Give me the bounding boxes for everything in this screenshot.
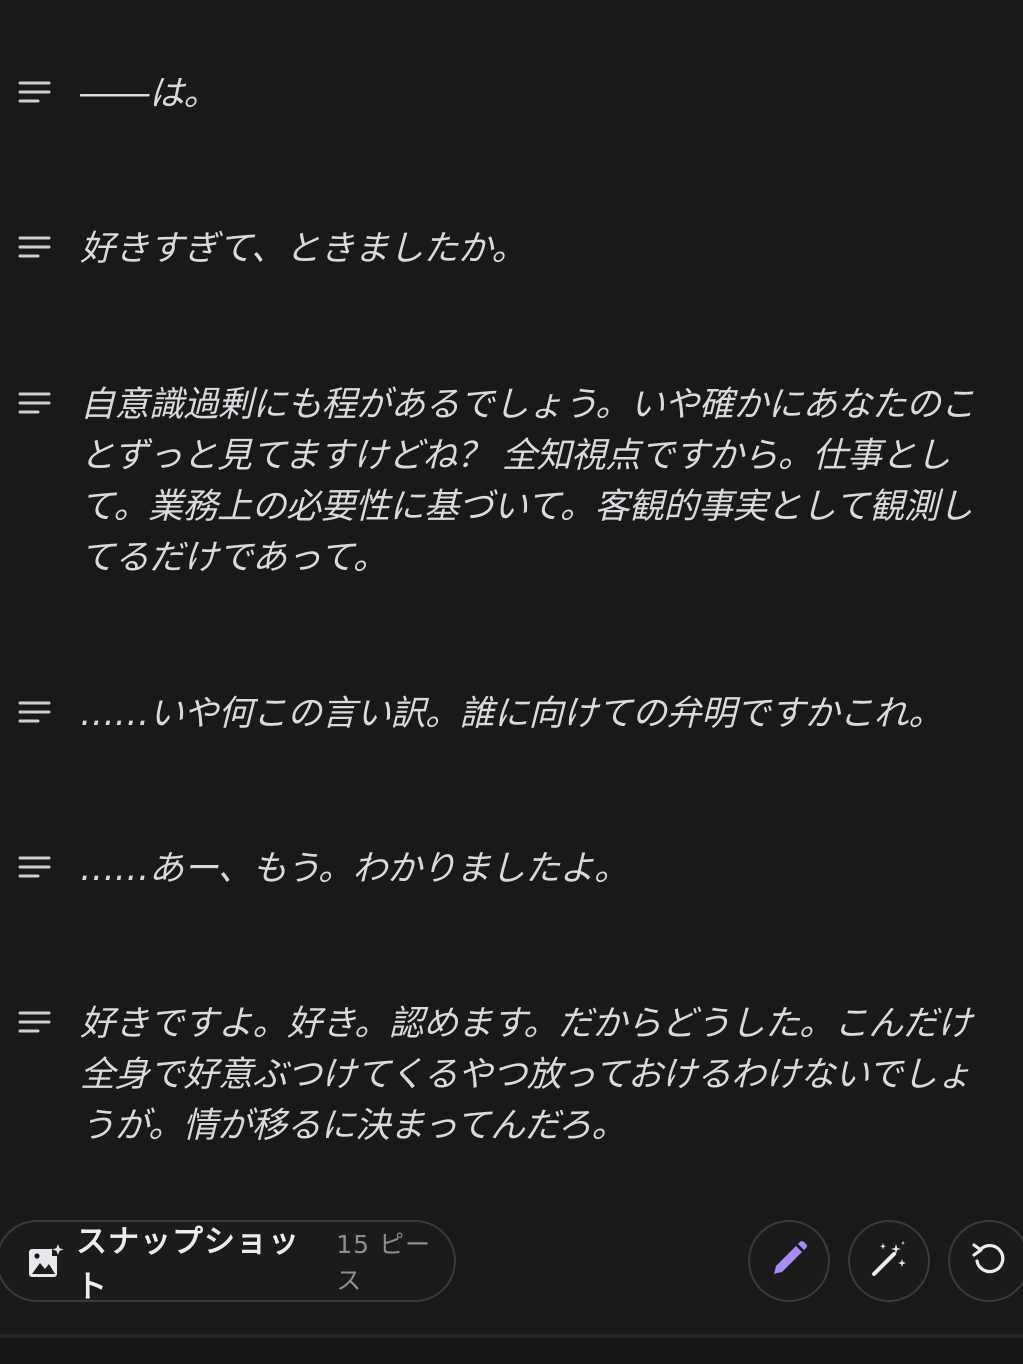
bottom-bar <box>0 1338 1023 1364</box>
snapshot-button[interactable]: スナップショット 15 ピース <box>0 1220 456 1305</box>
pencil-icon <box>769 1239 809 1283</box>
paragraph-lines-icon[interactable] <box>18 855 52 881</box>
bottom-toolbar: スナップショット 15 ピース <box>0 1220 1023 1305</box>
undo-icon <box>969 1239 1009 1283</box>
snapshot-count: 15 ピース <box>336 1230 431 1295</box>
image-sparkle-icon <box>28 1243 64 1279</box>
paragraph-lines-icon[interactable] <box>18 391 52 417</box>
paragraph-lines-icon[interactable] <box>18 80 52 106</box>
paragraph-text: 好きすぎて、ときましたか。 <box>80 229 527 269</box>
snapshot-label: スナップショット <box>76 1224 300 1305</box>
undo-button[interactable] <box>948 1220 1023 1302</box>
paragraph-lines-icon[interactable] <box>18 1010 52 1036</box>
paragraph-lines-icon[interactable] <box>18 700 52 726</box>
paragraph-text: ……あー、もう。わかりましたよ。 <box>80 849 629 889</box>
paragraph-lines-icon[interactable] <box>18 235 52 261</box>
paragraph-text: 好きですよ。好き。認めます。だからどうした。こんだけ全身で好意ぶつけてくるやつ放… <box>80 1004 972 1146</box>
paragraph-text: ……いや何この言い訳。誰に向けての弁明ですかこれ。 <box>80 694 943 734</box>
magic-wand-icon <box>869 1239 909 1283</box>
paragraph-text: 自意識過剰にも程があるでしょう。いや確かにあなたのことずっと見てますけどね？ 全… <box>80 385 975 578</box>
edit-button[interactable] <box>748 1220 830 1302</box>
magic-wand-button[interactable] <box>848 1220 930 1302</box>
paragraph-text: ――は。 <box>80 74 219 114</box>
